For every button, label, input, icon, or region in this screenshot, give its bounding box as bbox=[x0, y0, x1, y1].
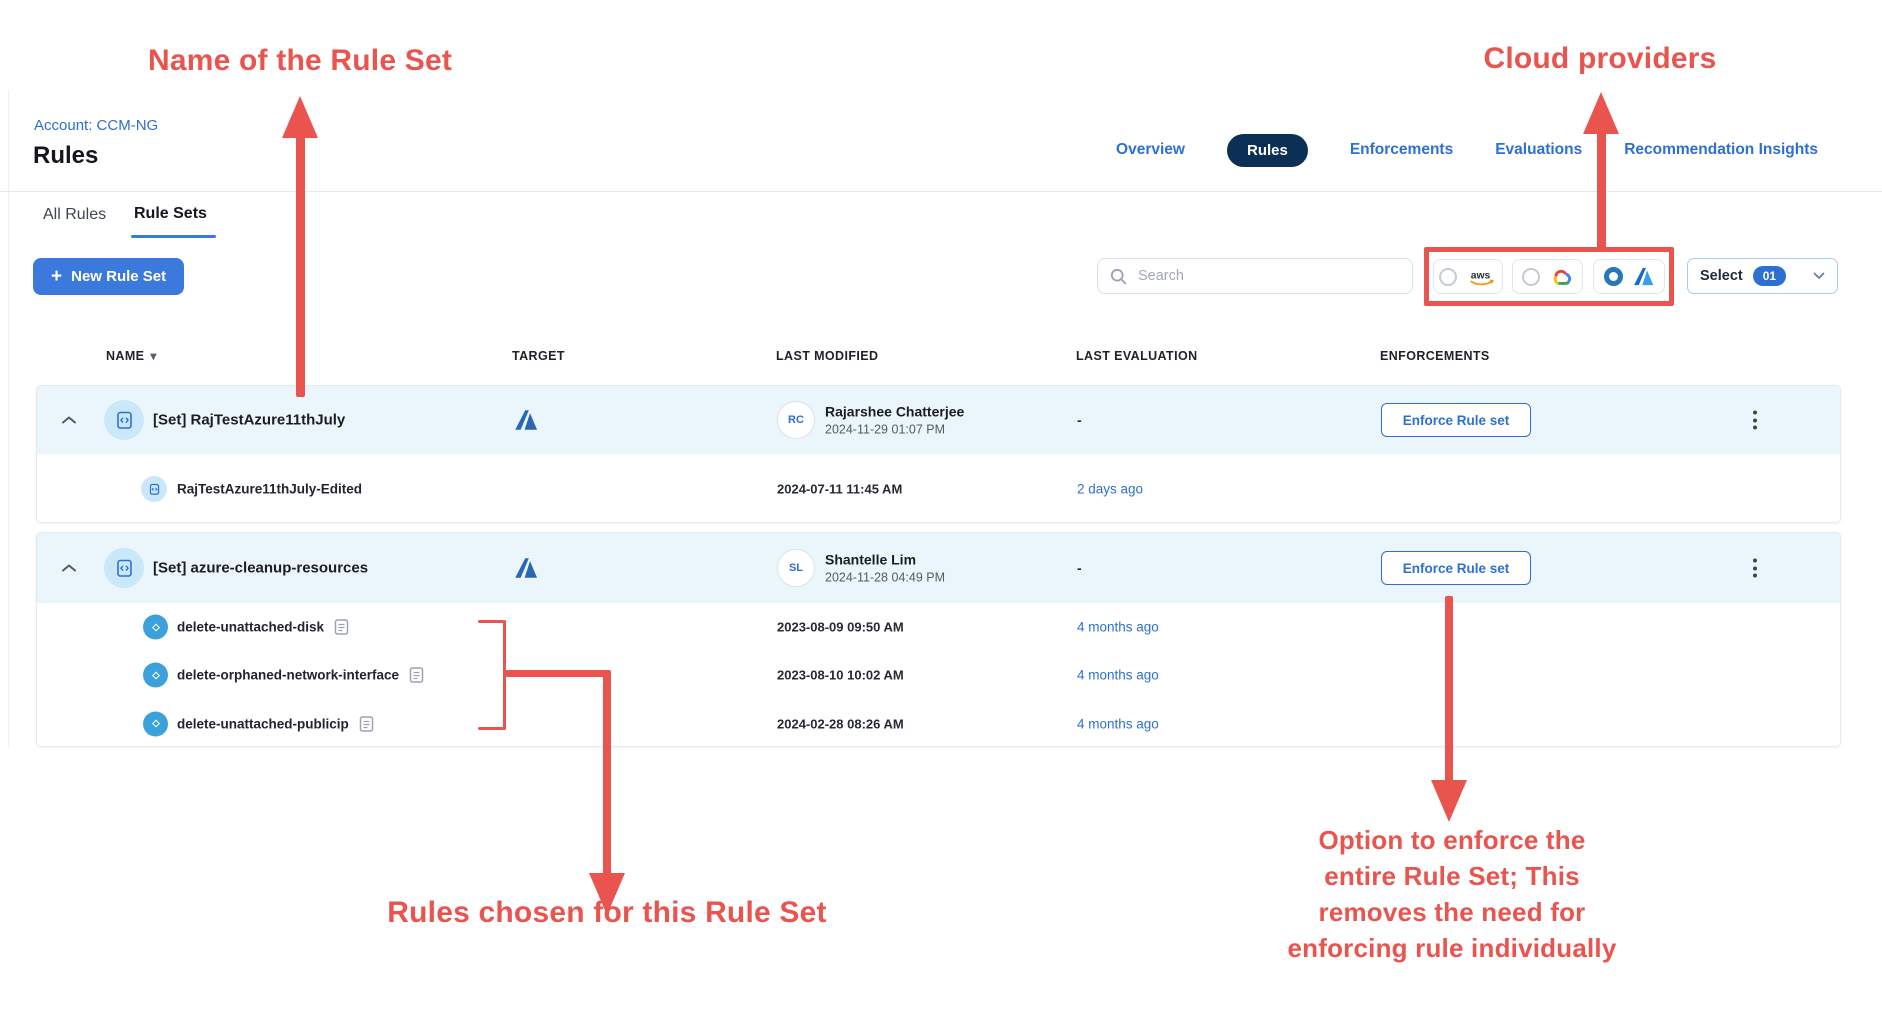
tab-all-rules[interactable]: All Rules bbox=[43, 206, 106, 224]
kebab-menu-icon[interactable] bbox=[1749, 407, 1761, 434]
rule-icon bbox=[141, 476, 167, 502]
column-header-last-evaluation: LAST EVALUATION bbox=[1076, 349, 1198, 363]
collapse-chevron-icon[interactable] bbox=[61, 416, 77, 425]
rule-last-evaluation-link[interactable]: 4 months ago bbox=[1077, 668, 1159, 683]
search-input[interactable] bbox=[1136, 267, 1400, 285]
column-header-target: TARGET bbox=[512, 349, 565, 363]
rule-name[interactable]: RajTestAzure11thJuly-Edited bbox=[177, 482, 362, 497]
search-icon bbox=[1110, 268, 1127, 285]
tab-rule-sets[interactable]: Rule Sets bbox=[134, 205, 207, 223]
kebab-menu-icon[interactable] bbox=[1749, 555, 1761, 582]
rule-last-evaluation-link[interactable]: 4 months ago bbox=[1077, 620, 1159, 635]
rules-bracket-connector bbox=[505, 670, 611, 677]
rule-name[interactable]: delete-unattached-publicip bbox=[177, 715, 374, 732]
nav-rules-active[interactable]: Rules bbox=[1227, 134, 1308, 167]
enforce-rule-set-button[interactable]: Enforce Rule set bbox=[1381, 403, 1531, 437]
rule-set-card-1: [Set] RajTestAzure11thJuly RC Rajarshee … bbox=[36, 385, 1841, 523]
last-evaluation-empty: - bbox=[1077, 412, 1082, 428]
sort-caret-icon[interactable]: ▾ bbox=[150, 349, 156, 363]
annotation-cloud-providers: Cloud providers bbox=[1460, 42, 1740, 76]
active-tab-underline bbox=[131, 235, 216, 238]
search-box[interactable] bbox=[1097, 258, 1413, 294]
annotation-rules-chosen: Rules chosen for this Rule Set bbox=[360, 896, 854, 930]
avatar: SL bbox=[777, 549, 815, 587]
rule-set-row[interactable]: [Set] RajTestAzure11thJuly RC Rajarshee … bbox=[37, 386, 1840, 454]
annotation-arrow-down-icon bbox=[1431, 780, 1467, 822]
annotation-arrow-shaft bbox=[296, 134, 305, 397]
modified-by-name: Shantelle Lim bbox=[825, 552, 945, 568]
plus-icon: + bbox=[51, 267, 62, 286]
azure-target-icon bbox=[513, 407, 539, 433]
avatar: RC bbox=[777, 401, 815, 439]
copy-doc-icon[interactable] bbox=[334, 619, 349, 636]
rules-bracket-top-tick bbox=[478, 620, 504, 623]
annotation-name-of-rule-set: Name of the Rule Set bbox=[120, 44, 480, 78]
rule-last-modified: 2024-02-28 08:26 AM bbox=[777, 716, 904, 731]
azure-target-icon bbox=[513, 555, 539, 581]
nav-enforcements[interactable]: Enforcements bbox=[1350, 141, 1453, 159]
modified-timestamp: 2024-11-28 04:49 PM bbox=[825, 571, 945, 585]
last-evaluation-empty: - bbox=[1077, 560, 1082, 576]
annotation-enforce-note: Option to enforce the entire Rule Set; T… bbox=[1285, 822, 1619, 966]
rules-page: Account: CCM-NG Rules Overview Rules Enf… bbox=[0, 0, 1882, 1028]
rule-set-name[interactable]: [Set] RajTestAzure11thJuly bbox=[153, 412, 345, 429]
page-title: Rules bbox=[33, 142, 98, 170]
breadcrumb-account[interactable]: Account: CCM-NG bbox=[34, 117, 158, 134]
copy-doc-icon[interactable] bbox=[359, 715, 374, 732]
rule-icon bbox=[143, 711, 168, 736]
rule-name[interactable]: delete-orphaned-network-interface bbox=[177, 667, 424, 684]
rule-set-name[interactable]: [Set] azure-cleanup-resources bbox=[153, 560, 368, 577]
top-nav: Overview Rules Enforcements Evaluations … bbox=[1116, 132, 1818, 168]
rule-set-card-2: [Set] azure-cleanup-resources SL Shantel… bbox=[36, 532, 1841, 747]
new-rule-set-button[interactable]: + New Rule Set bbox=[33, 258, 184, 295]
rule-last-modified: 2024-07-11 11:45 AM bbox=[777, 482, 902, 497]
nav-recommendation-insights[interactable]: Recommendation Insights bbox=[1624, 141, 1818, 159]
annotation-providers-rect bbox=[1424, 247, 1674, 306]
new-rule-set-label: New Rule Set bbox=[71, 268, 166, 285]
rule-last-modified: 2023-08-10 10:02 AM bbox=[777, 668, 904, 683]
select-dropdown[interactable]: Select 01 bbox=[1687, 258, 1838, 294]
annotation-arrow-shaft bbox=[603, 673, 611, 875]
select-count-badge: 01 bbox=[1753, 266, 1786, 286]
rule-name[interactable]: delete-unattached-disk bbox=[177, 619, 349, 636]
last-modified-cell: Shantelle Lim 2024-11-28 04:49 PM bbox=[825, 552, 945, 585]
annotation-arrow-up-icon bbox=[1583, 92, 1619, 134]
rule-set-icon bbox=[104, 548, 144, 588]
modified-timestamp: 2024-11-29 01:07 PM bbox=[825, 423, 964, 437]
rule-last-modified: 2023-08-09 09:50 AM bbox=[777, 620, 904, 635]
rule-rows: delete-unattached-disk 2023-08-09 09:50 … bbox=[37, 603, 1840, 747]
nav-evaluations[interactable]: Evaluations bbox=[1495, 141, 1582, 159]
select-label: Select bbox=[1700, 268, 1743, 284]
column-header-last-modified: LAST MODIFIED bbox=[776, 349, 878, 363]
rule-last-evaluation-link[interactable]: 2 days ago bbox=[1077, 482, 1143, 497]
annotation-arrow-shaft bbox=[1445, 596, 1453, 782]
rule-row[interactable]: delete-orphaned-network-interface 2023-0… bbox=[37, 651, 1840, 699]
rule-last-evaluation-link[interactable]: 4 months ago bbox=[1077, 716, 1159, 731]
column-header-name[interactable]: NAME▾ bbox=[106, 349, 157, 363]
rule-row[interactable]: delete-unattached-publicip 2024-02-28 08… bbox=[37, 700, 1840, 747]
rule-row[interactable]: RajTestAzure11thJuly-Edited 2024-07-11 1… bbox=[37, 454, 1840, 523]
rule-set-icon bbox=[104, 400, 144, 440]
annotation-arrow-up-icon bbox=[282, 96, 318, 138]
rule-icon bbox=[143, 663, 168, 688]
copy-doc-icon[interactable] bbox=[409, 667, 424, 684]
left-panel-border bbox=[8, 90, 9, 747]
modified-by-name: Rajarshee Chatterjee bbox=[825, 404, 964, 420]
last-modified-cell: Rajarshee Chatterjee 2024-11-29 01:07 PM bbox=[825, 404, 964, 437]
rule-icon bbox=[143, 615, 168, 640]
annotation-arrow-shaft bbox=[1597, 130, 1606, 252]
rule-row[interactable]: delete-unattached-disk 2023-08-09 09:50 … bbox=[37, 603, 1840, 651]
rule-set-row[interactable]: [Set] azure-cleanup-resources SL Shantel… bbox=[37, 533, 1840, 603]
collapse-chevron-icon[interactable] bbox=[61, 564, 77, 573]
chevron-down-icon bbox=[1813, 272, 1825, 280]
column-header-enforcements: ENFORCEMENTS bbox=[1380, 349, 1490, 363]
enforce-rule-set-button[interactable]: Enforce Rule set bbox=[1381, 551, 1531, 585]
nav-overview[interactable]: Overview bbox=[1116, 141, 1185, 159]
rules-bracket-bottom-tick bbox=[478, 727, 504, 730]
